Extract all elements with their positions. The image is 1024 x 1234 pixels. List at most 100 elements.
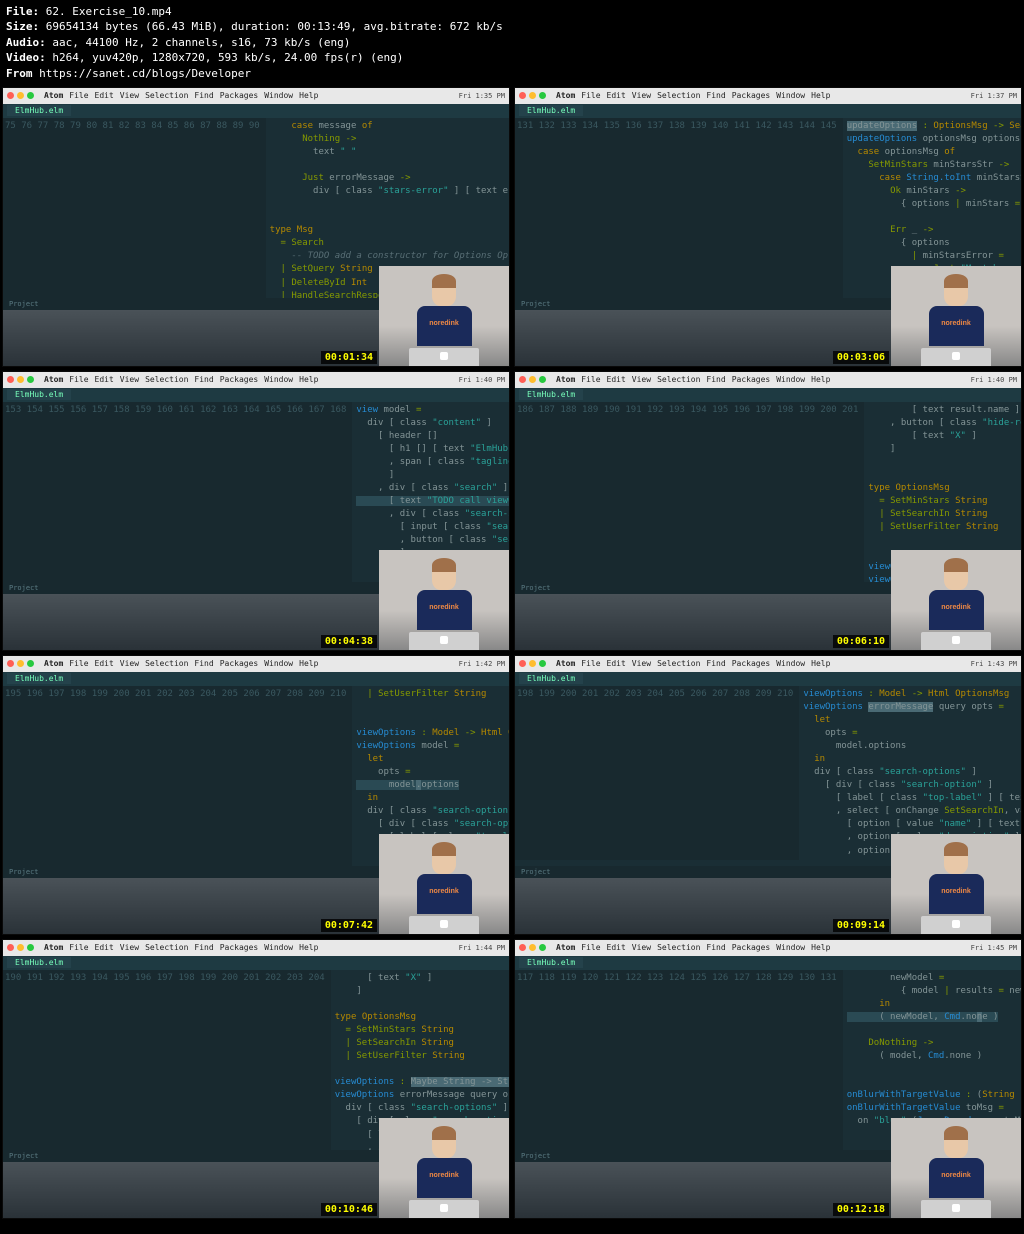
audio-value: aac, 44100 Hz, 2 channels, s16, 73 kb/s … <box>52 36 350 49</box>
app-name: Atom <box>44 375 63 384</box>
laptop-icon <box>921 348 991 366</box>
video-thumbnail[interactable]: Atom FileEditViewSelectionFindPackagesWi… <box>2 655 510 935</box>
presenter-pip: noredink <box>379 1118 509 1218</box>
laptop-icon <box>921 916 991 934</box>
presenter: noredink <box>414 562 474 632</box>
file-info-header: File: 62. Exercise_10.mp4 Size: 69654134… <box>0 0 1024 85</box>
close-icon <box>7 376 14 383</box>
traffic-lights <box>519 944 546 951</box>
menu-item: Window <box>264 659 293 668</box>
presenter: noredink <box>414 1130 474 1200</box>
menu-item: View <box>632 943 651 952</box>
maximize-icon <box>539 376 546 383</box>
traffic-lights <box>7 660 34 667</box>
menu-item: Window <box>776 91 805 100</box>
maximize-icon <box>27 376 34 383</box>
app-name: Atom <box>44 943 63 952</box>
editor-tab: ElmHub.elm <box>519 957 583 968</box>
menu-item: Find <box>706 659 725 668</box>
menu-item: Window <box>264 943 293 952</box>
menu-item: Selection <box>145 375 188 384</box>
clock: Fri 1:37 PM <box>971 92 1017 100</box>
traffic-lights <box>7 376 34 383</box>
line-gutter: 190 191 192 193 194 195 196 197 198 199 … <box>3 970 331 1170</box>
shirt-logo: noredink <box>929 888 984 895</box>
menu-item: Selection <box>145 91 188 100</box>
video-thumbnail[interactable]: Atom FileEditViewSelectionFindPackagesWi… <box>2 371 510 651</box>
line-gutter: 131 132 133 134 135 136 137 138 139 140 … <box>515 118 843 318</box>
menu-item: Find <box>194 375 213 384</box>
minimize-icon <box>17 944 24 951</box>
menu-item: File <box>581 375 600 384</box>
traffic-lights <box>7 944 34 951</box>
video-thumbnail[interactable]: Atom FileEditViewSelectionFindPackagesWi… <box>514 655 1022 935</box>
timestamp-badge: 00:06:10 <box>833 635 889 648</box>
menu-item: File <box>69 659 88 668</box>
menu-item: Packages <box>220 375 259 384</box>
editor-tabbar: ElmHub.elm <box>515 388 1021 402</box>
menu-item: Packages <box>220 943 259 952</box>
menu-item: Selection <box>145 943 188 952</box>
minimize-icon <box>17 92 24 99</box>
video-thumbnail[interactable]: Atom FileEditViewSelectionFindPackagesWi… <box>2 939 510 1219</box>
app-name: Atom <box>44 91 63 100</box>
minimize-icon <box>529 944 536 951</box>
minimize-icon <box>529 376 536 383</box>
menu-item: Packages <box>732 375 771 384</box>
macos-menubar: Atom FileEditViewSelectionFindPackagesWi… <box>515 372 1021 388</box>
from-label: From <box>6 67 33 80</box>
macos-menubar: Atom FileEditViewSelectionFindPackagesWi… <box>3 656 509 672</box>
editor-tab: ElmHub.elm <box>519 673 583 684</box>
menu-item: Selection <box>657 375 700 384</box>
menu-item: View <box>632 659 651 668</box>
shirt-logo: noredink <box>929 604 984 611</box>
menu-item: View <box>120 91 139 100</box>
laptop-icon <box>409 348 479 366</box>
menu-item: Help <box>299 943 318 952</box>
menu-item: Help <box>299 91 318 100</box>
presenter-pip: noredink <box>891 1118 1021 1218</box>
maximize-icon <box>27 92 34 99</box>
shirt-logo: noredink <box>929 320 984 327</box>
maximize-icon <box>539 944 546 951</box>
video-thumbnail[interactable]: Atom FileEditViewSelectionFindPackagesWi… <box>514 939 1022 1219</box>
menu-item: Help <box>811 91 830 100</box>
menu-item: Edit <box>607 91 626 100</box>
video-thumbnail[interactable]: Atom FileEditViewSelectionFindPackagesWi… <box>514 87 1022 367</box>
menu-item: Window <box>264 91 293 100</box>
menu-item: Window <box>264 375 293 384</box>
timestamp-badge: 00:03:06 <box>833 351 889 364</box>
menu-item: Edit <box>95 91 114 100</box>
file-value: 62. Exercise_10.mp4 <box>46 5 172 18</box>
presenter: noredink <box>414 278 474 348</box>
menu-item: Packages <box>732 91 771 100</box>
menu-item: Help <box>811 375 830 384</box>
menu-item: Find <box>706 91 725 100</box>
presenter: noredink <box>926 1130 986 1200</box>
size-value: 69654134 bytes (66.43 MiB), duration: 00… <box>46 20 503 33</box>
minimize-icon <box>529 660 536 667</box>
maximize-icon <box>539 660 546 667</box>
video-thumbnail[interactable]: Atom FileEditViewSelectionFindPackagesWi… <box>514 371 1022 651</box>
presenter-pip: noredink <box>891 550 1021 650</box>
presenter: noredink <box>926 846 986 916</box>
timestamp-badge: 00:10:46 <box>321 1203 377 1216</box>
clock: Fri 1:45 PM <box>971 944 1017 952</box>
presenter: noredink <box>926 562 986 632</box>
menu-item: Find <box>194 91 213 100</box>
menu-item: View <box>632 375 651 384</box>
menu-item: Window <box>776 375 805 384</box>
close-icon <box>7 660 14 667</box>
menu-item: Packages <box>220 659 259 668</box>
editor-tabbar: ElmHub.elm <box>3 104 509 118</box>
laptop-icon <box>409 632 479 650</box>
clock: Fri 1:35 PM <box>459 92 505 100</box>
menu-item: Edit <box>95 943 114 952</box>
menu-item: Edit <box>607 943 626 952</box>
laptop-icon <box>409 916 479 934</box>
video-thumbnail[interactable]: Atom FileEditViewSelectionFindPackagesWi… <box>2 87 510 367</box>
editor-tab: ElmHub.elm <box>7 673 71 684</box>
menu-item: Edit <box>95 375 114 384</box>
macos-menubar: Atom FileEditViewSelectionFindPackagesWi… <box>515 88 1021 104</box>
presenter-pip: noredink <box>379 266 509 366</box>
